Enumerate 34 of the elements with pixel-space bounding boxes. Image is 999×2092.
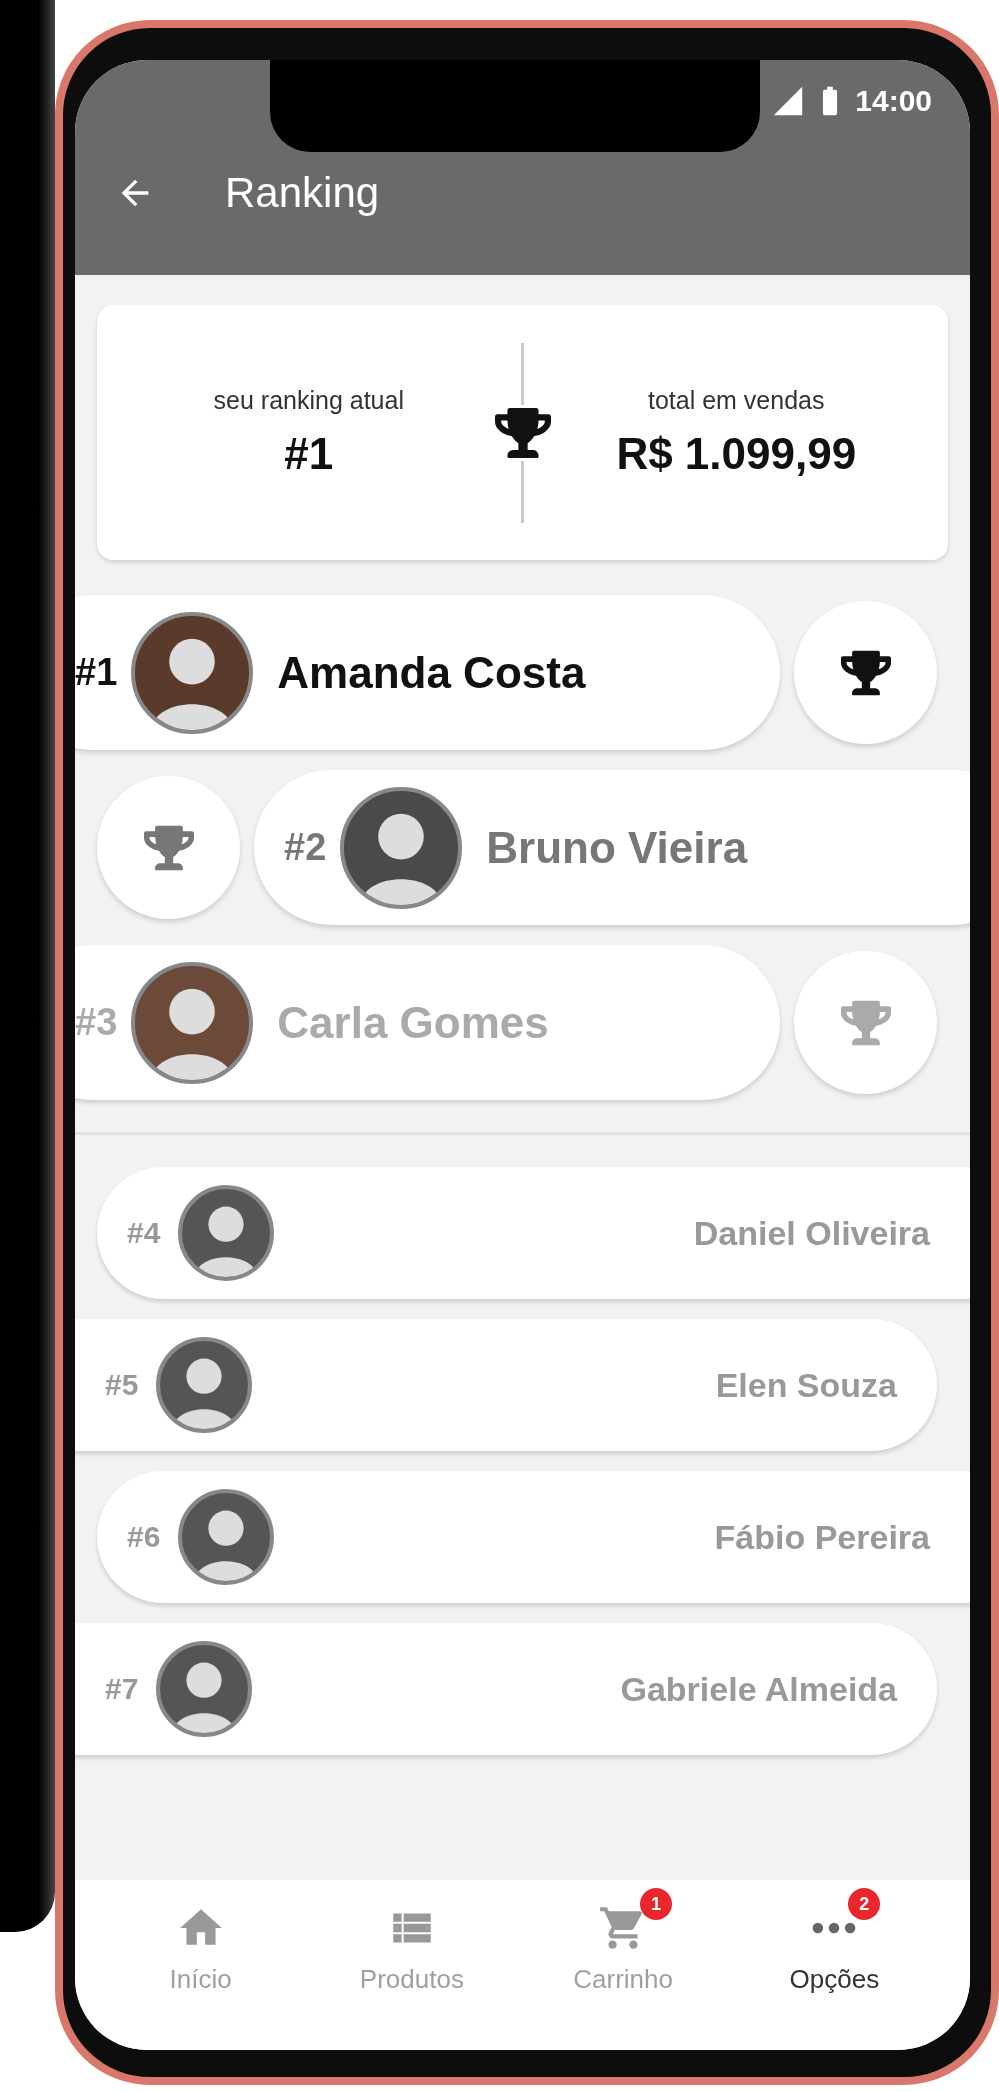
person-name: Gabriele Almeida — [620, 1669, 897, 1709]
nav-tab[interactable]: Produtos — [331, 1886, 492, 1999]
person-name: Carla Gomes — [277, 997, 549, 1048]
rank-number: #2 — [284, 826, 327, 869]
rank-number: #1 — [75, 651, 118, 694]
ranking-card[interactable]: #3 Carla Gomes — [75, 945, 780, 1100]
rank-number: #5 — [105, 1368, 139, 1402]
rank-value: #1 — [284, 429, 334, 479]
count-badge: 1 — [640, 1888, 673, 1920]
person-name: Daniel Oliveira — [693, 1213, 930, 1253]
sales-value: R$ 1.099,99 — [616, 429, 857, 479]
page-title: Ranking — [225, 168, 380, 217]
person-name: Amanda Costa — [277, 647, 586, 698]
rank-number: #6 — [127, 1520, 161, 1554]
rank-number: #7 — [105, 1672, 139, 1706]
rank-number: #3 — [75, 1001, 118, 1044]
ranking-card[interactable]: #2 Bruno Vieira — [254, 770, 970, 925]
count-badge: 2 — [848, 1888, 881, 1920]
ranking-card[interactable]: #7 Gabriele Almeida — [75, 1623, 937, 1755]
ranking-card[interactable]: #6 Fábio Pereira — [97, 1471, 970, 1603]
more-icon — [812, 1922, 857, 1934]
nav-tab[interactable]: Início — [141, 1886, 260, 1999]
person-name: Bruno Vieira — [486, 822, 748, 873]
person-name: Elen Souza — [715, 1365, 897, 1405]
status-time: 14:00 — [855, 84, 932, 118]
rank-label: seu ranking atual — [213, 386, 404, 415]
ranking-card[interactable]: #4 Daniel Oliveira — [97, 1167, 970, 1299]
ranking-card[interactable]: #1 Amanda Costa — [75, 595, 780, 750]
ranking-card[interactable]: #5 Elen Souza — [75, 1319, 937, 1451]
sales-label: total em vendas — [648, 386, 825, 415]
nav-tab[interactable]: 1 Carrinho — [545, 1886, 701, 1999]
nav-tab[interactable]: 2 Opções — [761, 1886, 908, 1999]
person-name: Fábio Pereira — [714, 1517, 930, 1557]
rank-number: #4 — [127, 1216, 161, 1250]
